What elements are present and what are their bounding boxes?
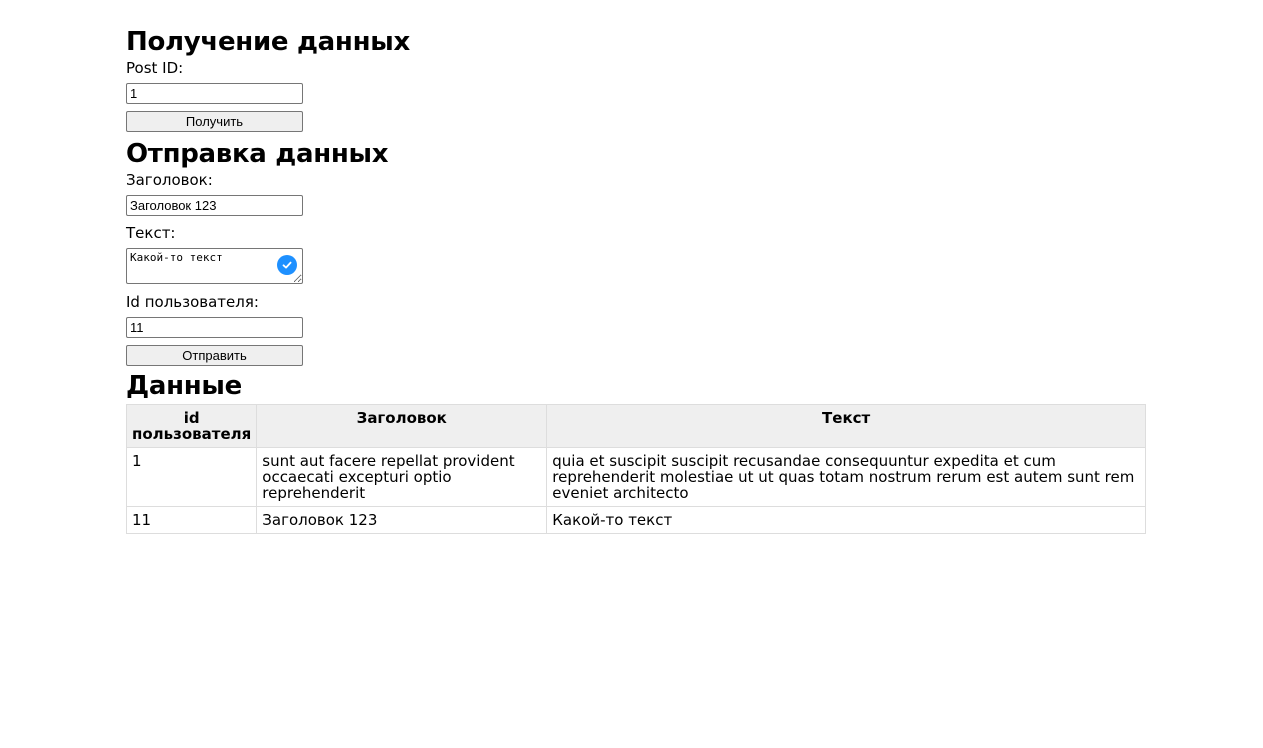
fetch-button[interactable]: Получить xyxy=(126,111,303,132)
send-heading: Отправка данных xyxy=(126,139,389,169)
table-header-row: id пользователя Заголовок Текст xyxy=(125,404,1146,448)
cell-text: Какой-то текст xyxy=(546,506,1146,534)
data-section: Данные id пользователя Заголовок Текст 1… xyxy=(125,370,1146,534)
cell-title: sunt aut facere repellat provident occae… xyxy=(256,447,548,507)
text-field-wrap: Какой-то текст xyxy=(126,248,303,284)
data-table: id пользователя Заголовок Текст 1 sunt a… xyxy=(125,404,1146,534)
check-circle-icon[interactable] xyxy=(277,255,297,275)
page-container: Получение данных Post ID: Получить Отпра… xyxy=(125,26,1146,534)
send-button[interactable]: Отправить xyxy=(126,345,303,366)
title-input[interactable] xyxy=(126,195,303,216)
title-field-wrap xyxy=(126,195,1146,216)
column-header-title: Заголовок xyxy=(256,404,548,448)
user-id-input[interactable] xyxy=(126,317,303,338)
post-id-field-wrap xyxy=(126,83,1146,104)
post-id-label: Post ID: xyxy=(126,59,184,77)
fetch-section: Получение данных Post ID: Получить xyxy=(126,26,1146,132)
text-label: Текст: xyxy=(126,224,176,242)
title-label: Заголовок: xyxy=(126,171,213,189)
data-heading: Данные xyxy=(126,371,242,401)
table-row: 11 Заголовок 123 Какой-то текст xyxy=(125,506,1146,534)
send-section: Отправка данных Заголовок: Текст: Какой-… xyxy=(126,138,1146,366)
cell-user-id: 1 xyxy=(125,447,258,507)
user-id-label: Id пользователя: xyxy=(126,293,259,311)
column-header-text: Текст xyxy=(546,404,1146,448)
fetch-heading: Получение данных xyxy=(126,27,410,57)
cell-title: Заголовок 123 xyxy=(256,506,548,534)
user-id-field-wrap xyxy=(126,317,1146,338)
table-row: 1 sunt aut facere repellat provident occ… xyxy=(125,447,1146,507)
column-header-user-id: id пользователя xyxy=(125,404,258,448)
cell-text: quia et suscipit suscipit recusandae con… xyxy=(546,447,1146,507)
post-id-input[interactable] xyxy=(126,83,303,104)
cell-user-id: 11 xyxy=(125,506,258,534)
